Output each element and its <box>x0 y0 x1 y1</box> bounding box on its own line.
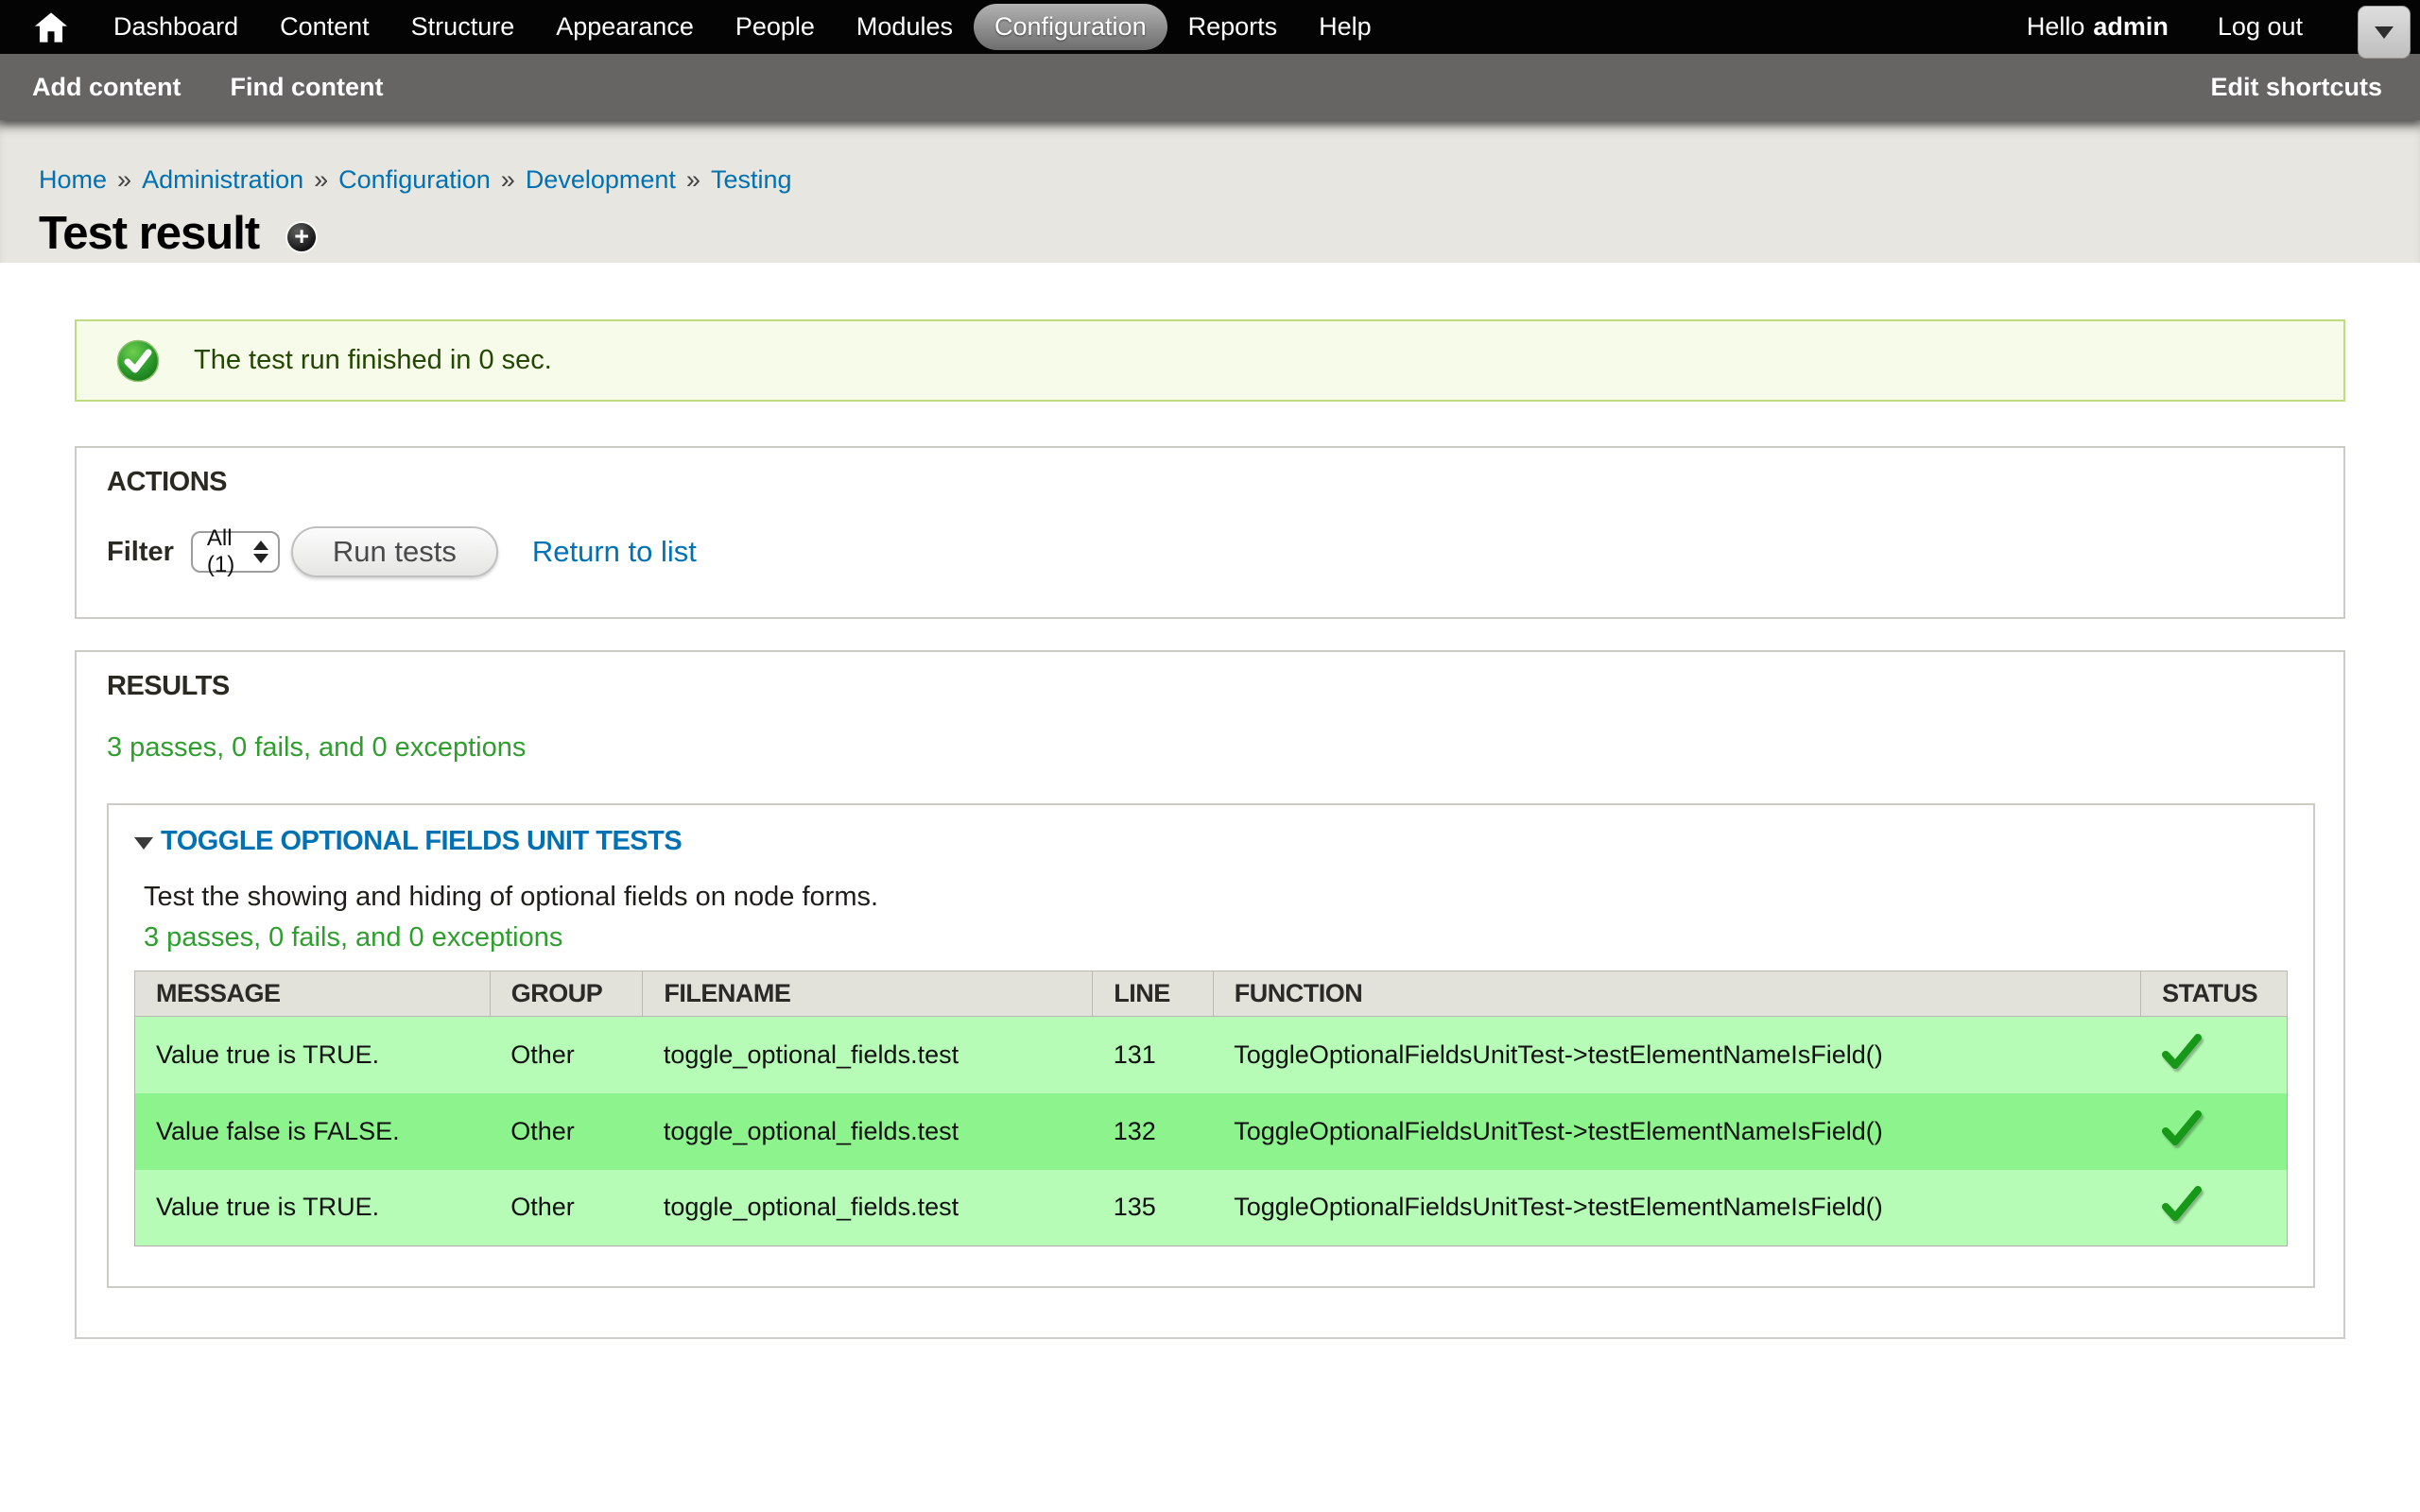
cell-message: Value true is TRUE. <box>135 1017 491 1093</box>
title-row: Test result <box>39 207 2382 260</box>
user-greeting: Hello admin <box>2027 12 2169 42</box>
test-group-summary: 3 passes, 0 fails, and 0 exceptions <box>144 922 2288 954</box>
table-row: Value true is TRUE. Other toggle_optiona… <box>135 1170 2288 1246</box>
test-group-description: Test the showing and hiding of optional … <box>144 882 2288 913</box>
cell-line: 135 <box>1093 1170 1214 1246</box>
actions-panel: ACTIONS Filter All (1) Run tests Return … <box>75 446 2345 619</box>
toolbar-item-reports[interactable]: Reports <box>1167 4 1299 50</box>
filter-select[interactable]: All (1) <box>191 531 280 573</box>
breadcrumb-configuration[interactable]: Configuration <box>338 165 491 194</box>
shortcut-bar: Add content Find content Edit shortcuts <box>0 54 2420 120</box>
edit-shortcuts-link[interactable]: Edit shortcuts <box>2210 73 2382 102</box>
toolbar-item-help[interactable]: Help <box>1298 4 1392 50</box>
table-header-row: MESSAGE GROUP FILENAME LINE FUNCTION STA… <box>135 971 2288 1017</box>
select-stepper-icon <box>253 541 268 563</box>
column-header-function: FUNCTION <box>1213 971 2140 1017</box>
results-legend: RESULTS <box>107 671 2315 702</box>
toolbar-item-structure[interactable]: Structure <box>390 4 536 50</box>
cell-function: ToggleOptionalFieldsUnitTest->testElemen… <box>1213 1170 2140 1246</box>
breadcrumb-development[interactable]: Development <box>526 165 676 194</box>
breadcrumb-separator: » <box>117 165 131 194</box>
actions-legend: ACTIONS <box>107 467 2315 498</box>
home-icon-glyph <box>35 12 67 43</box>
breadcrumb-administration[interactable]: Administration <box>142 165 303 194</box>
cell-group: Other <box>490 1093 643 1170</box>
status-message-text: The test run finished in 0 sec. <box>194 345 552 376</box>
column-header-message: MESSAGE <box>135 971 491 1017</box>
cell-message: Value true is TRUE. <box>135 1170 491 1246</box>
filter-select-value: All (1) <box>207 525 253 578</box>
shortcut-find-content[interactable]: Find content <box>230 73 383 102</box>
cell-message: Value false is FALSE. <box>135 1093 491 1170</box>
cell-filename: toggle_optional_fields.test <box>643 1170 1093 1246</box>
cell-line: 132 <box>1093 1093 1214 1170</box>
status-message: The test run finished in 0 sec. <box>75 319 2345 402</box>
cell-function: ToggleOptionalFieldsUnitTest->testElemen… <box>1213 1017 2140 1093</box>
breadcrumb: Home » Administration » Configuration » Develo… <box>39 165 2382 195</box>
home-icon[interactable] <box>34 10 68 44</box>
page-title: Test result <box>39 207 259 260</box>
breadcrumb-separator: » <box>314 165 328 194</box>
test-group-title-link[interactable]: TOGGLE OPTIONAL FIELDS UNIT TESTS <box>161 826 682 857</box>
add-to-shortcuts-icon[interactable] <box>287 223 316 251</box>
greeting-text: Hello <box>2027 12 2085 41</box>
pass-check-icon <box>2162 1110 2202 1146</box>
cell-line: 131 <box>1093 1017 1214 1093</box>
column-header-status: STATUS <box>2141 971 2288 1017</box>
test-group-fieldset: TOGGLE OPTIONAL FIELDS UNIT TESTS Test t… <box>107 803 2315 1288</box>
toolbar-item-content[interactable]: Content <box>259 4 390 50</box>
cell-status <box>2141 1017 2288 1093</box>
column-header-group: GROUP <box>490 971 643 1017</box>
run-tests-button[interactable]: Run tests <box>291 526 498 577</box>
results-panel: RESULTS 3 passes, 0 fails, and 0 excepti… <box>75 650 2345 1339</box>
username: admin <box>2093 12 2169 41</box>
page-header: Home » Administration » Configuration » Develo… <box>0 120 2420 263</box>
breadcrumb-separator: » <box>686 165 700 194</box>
chevron-down-icon <box>2375 26 2394 39</box>
test-results-table: MESSAGE GROUP FILENAME LINE FUNCTION STA… <box>134 971 2288 1246</box>
logout-link[interactable]: Log out <box>2218 12 2303 42</box>
cell-status <box>2141 1170 2288 1246</box>
breadcrumb-home[interactable]: Home <box>39 165 107 194</box>
column-header-line: LINE <box>1093 971 1214 1017</box>
breadcrumb-separator: » <box>501 165 515 194</box>
pass-check-icon <box>2162 1034 2202 1070</box>
return-to-list-link[interactable]: Return to list <box>532 535 697 569</box>
test-group-title-row: TOGGLE OPTIONAL FIELDS UNIT TESTS <box>134 826 2288 857</box>
collapse-arrow-icon <box>134 837 153 850</box>
cell-filename: toggle_optional_fields.test <box>643 1017 1093 1093</box>
toolbar-item-configuration[interactable]: Configuration <box>974 4 1167 50</box>
table-row: Value true is TRUE. Other toggle_optiona… <box>135 1017 2288 1093</box>
toolbar-item-modules[interactable]: Modules <box>836 4 974 50</box>
table-row: Value false is FALSE. Other toggle_optio… <box>135 1093 2288 1170</box>
actions-row: Filter All (1) Run tests Return to list <box>107 526 2315 577</box>
toolbar-item-appearance[interactable]: Appearance <box>535 4 715 50</box>
breadcrumb-testing[interactable]: Testing <box>711 165 792 194</box>
cell-status <box>2141 1093 2288 1170</box>
toolbar-toggle-button[interactable] <box>2358 6 2411 59</box>
cell-filename: toggle_optional_fields.test <box>643 1093 1093 1170</box>
cell-function: ToggleOptionalFieldsUnitTest->testElemen… <box>1213 1093 2140 1170</box>
cell-group: Other <box>490 1017 643 1093</box>
shortcut-add-content[interactable]: Add content <box>32 73 181 102</box>
pass-check-icon <box>2162 1186 2202 1222</box>
admin-toolbar: Dashboard Content Structure Appearance P… <box>0 0 2420 54</box>
toolbar-item-people[interactable]: People <box>715 4 836 50</box>
column-header-filename: FILENAME <box>643 971 1093 1017</box>
status-ok-icon <box>116 339 160 383</box>
filter-label: Filter <box>107 537 174 568</box>
main-content: The test run finished in 0 sec. ACTIONS … <box>0 263 2420 1339</box>
results-summary: 3 passes, 0 fails, and 0 exceptions <box>107 732 2315 764</box>
toolbar-item-dashboard[interactable]: Dashboard <box>93 4 259 50</box>
cell-group: Other <box>490 1170 643 1246</box>
